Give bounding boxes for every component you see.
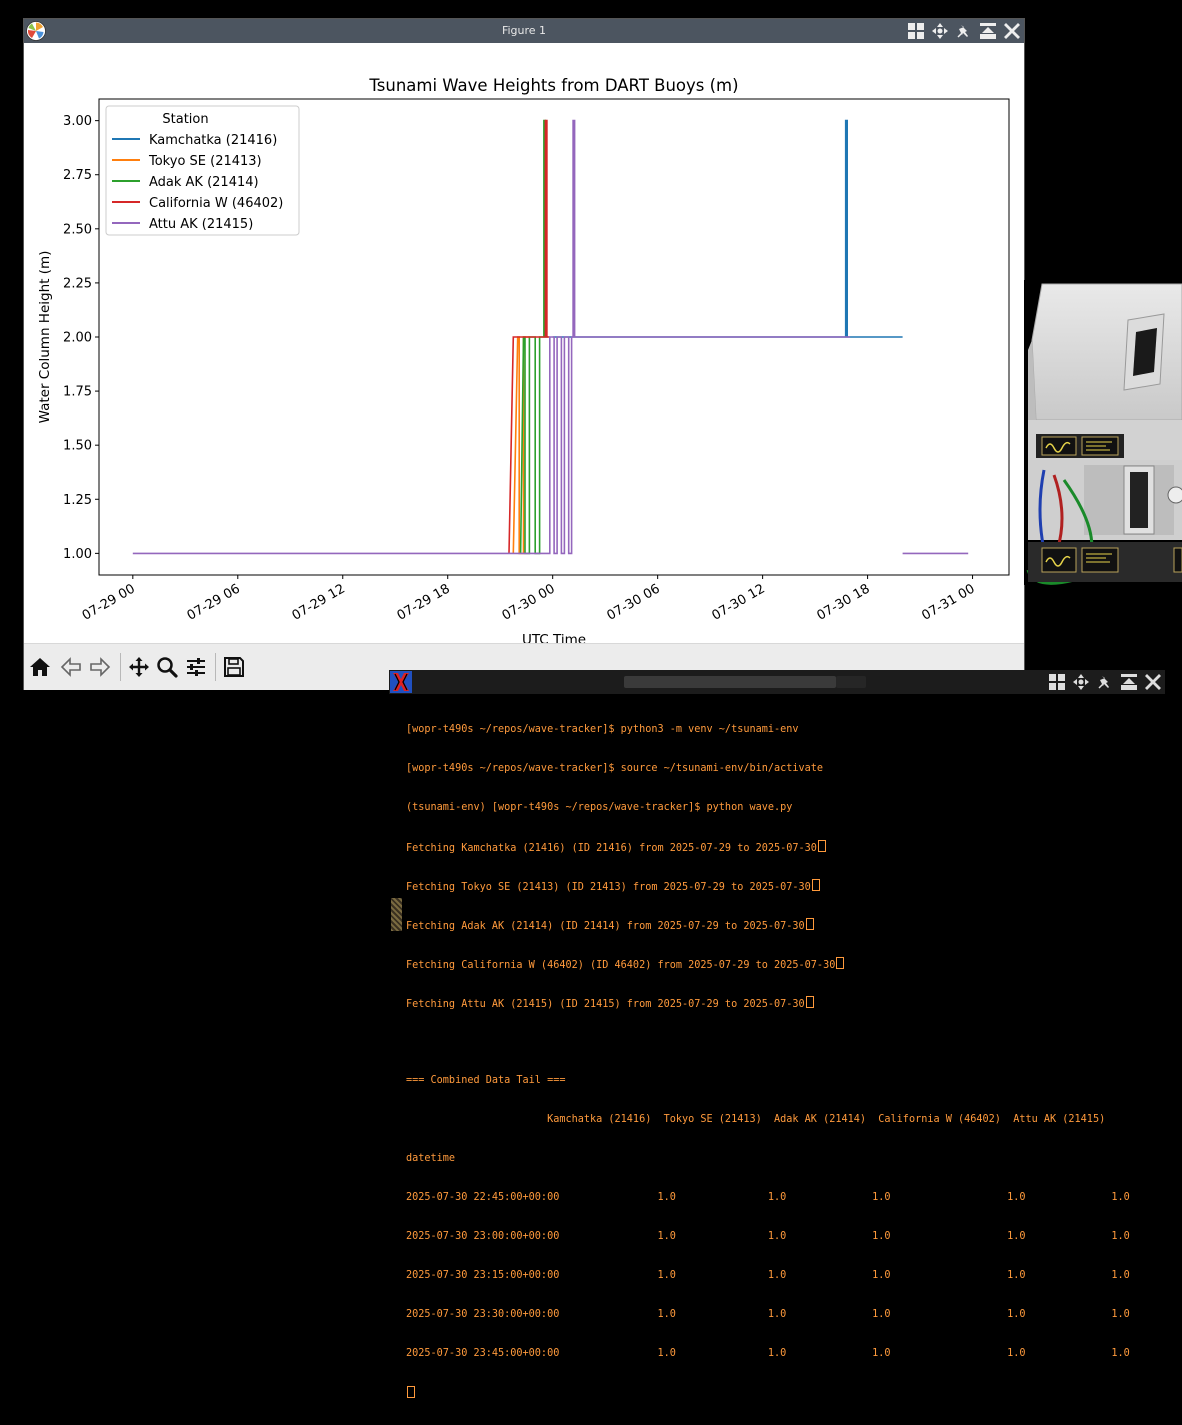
cursor-marker xyxy=(811,879,820,891)
x-tick-label: 07-30 18 xyxy=(814,581,872,623)
y-axis-label: Water Column Height (m) xyxy=(37,251,53,424)
terminal-line: datetime xyxy=(406,1153,456,1164)
move-window-icon[interactable] xyxy=(930,21,950,41)
cursor-marker xyxy=(817,840,826,852)
pin-icon[interactable] xyxy=(1095,672,1115,692)
terminal-window[interactable]: [wopr-t490s ~/repos/wave-tracker]$ pytho… xyxy=(389,670,1165,1398)
terminal-line: 2025-07-30 23:45:00+00:00 1.0 1.0 1.0 1.… xyxy=(406,1348,1130,1359)
terminal-line: Fetching Kamchatka (21416) (ID 21416) fr… xyxy=(406,843,817,854)
home-icon[interactable] xyxy=(28,655,52,679)
terminal-line: === Combined Data Tail === xyxy=(406,1075,566,1086)
terminal-line: Kamchatka (21416) Tokyo SE (21413) Adak … xyxy=(406,1114,1106,1125)
tile-icon[interactable] xyxy=(906,21,926,41)
legend-entry-2: Adak AK (21414) xyxy=(149,175,259,190)
y-tick-label: 2.00 xyxy=(63,331,92,346)
pin-icon[interactable] xyxy=(954,21,974,41)
terminal-title-redacted xyxy=(836,676,866,688)
forward-arrow-icon[interactable] xyxy=(88,655,112,679)
x-tick-label: 07-29 06 xyxy=(185,581,243,623)
x-tick-label: 07-30 12 xyxy=(709,581,767,623)
terminal-line: 2025-07-30 23:15:00+00:00 1.0 1.0 1.0 1.… xyxy=(406,1270,1130,1281)
xterm-icon xyxy=(390,671,412,693)
chart: 1.00 1.25 1.50 1.75 2.00 2.25 2.50 2.75 3.00 07-2… xyxy=(37,76,1010,648)
terminal-cursor[interactable] xyxy=(407,1386,415,1398)
maximize-icon[interactable] xyxy=(978,21,998,41)
y-tick-label: 1.00 xyxy=(63,547,92,562)
terminal-output[interactable]: [wopr-t490s ~/repos/wave-tracker]$ pytho… xyxy=(406,697,1161,1398)
save-icon[interactable] xyxy=(222,655,246,679)
terminal-line: 2025-07-30 22:45:00+00:00 1.0 1.0 1.0 1.… xyxy=(406,1192,1130,1203)
zoom-icon[interactable] xyxy=(155,655,179,679)
y-tick-label: 2.25 xyxy=(63,276,92,291)
terminal-line: 2025-07-30 23:00:00+00:00 1.0 1.0 1.0 1.… xyxy=(406,1231,1130,1242)
chart-title: Tsunami Wave Heights from DART Buoys (m) xyxy=(368,76,738,95)
cursor-marker xyxy=(805,918,814,930)
cursor-marker xyxy=(805,996,814,1008)
legend-entry-0: Kamchatka (21416) xyxy=(149,133,277,148)
move-window-icon[interactable] xyxy=(1071,672,1091,692)
x-axis-label: UTC Time xyxy=(522,632,586,643)
x-tick-label: 07-30 00 xyxy=(500,581,558,623)
terminal-line: Fetching Adak AK (21414) (ID 21414) from… xyxy=(406,921,805,932)
maximize-icon[interactable] xyxy=(1119,672,1139,692)
terminal-line: Fetching Attu AK (21415) (ID 21415) from… xyxy=(406,999,805,1010)
y-tick-label: 2.50 xyxy=(63,222,92,237)
y-tick-label: 2.75 xyxy=(63,168,92,183)
terminal-titlebar[interactable] xyxy=(389,670,1165,694)
legend-entry-4: Attu AK (21415) xyxy=(149,217,253,232)
y-tick-label: 1.50 xyxy=(63,439,92,454)
terminal-line: Fetching Tokyo SE (21413) (ID 21413) fro… xyxy=(406,882,811,893)
toolbar-separator xyxy=(215,653,216,681)
figure-titlebar[interactable]: Figure 1 xyxy=(24,19,1024,43)
close-icon[interactable] xyxy=(1002,21,1022,41)
terminal-line: [wopr-t490s ~/repos/wave-tracker]$ pytho… xyxy=(406,724,799,735)
y-tick-label: 1.75 xyxy=(63,385,92,400)
x-tick-label: 07-30 06 xyxy=(605,581,663,623)
x-tick-label: 07-29 00 xyxy=(80,581,138,623)
y-tick-label: 3.00 xyxy=(63,114,92,129)
terminal-title-redacted xyxy=(624,676,836,688)
tile-icon[interactable] xyxy=(1047,672,1067,692)
terminal-line: Fetching California W (46402) (ID 46402)… xyxy=(406,960,836,971)
close-icon[interactable] xyxy=(1143,672,1163,692)
back-arrow-icon[interactable] xyxy=(59,655,83,679)
legend-entry-3: California W (46402) xyxy=(149,196,283,211)
terminal-scrollbar[interactable] xyxy=(391,898,402,931)
x-tick-label: 07-29 18 xyxy=(395,581,453,623)
terminal-line: (tsunami-env) [wopr-t490s ~/repos/wave-t… xyxy=(406,802,793,813)
legend-title: Station xyxy=(162,112,208,127)
x-tick-label: 07-29 12 xyxy=(290,581,348,623)
toolbar-separator xyxy=(120,653,121,681)
terminal-line: [wopr-t490s ~/repos/wave-tracker]$ sourc… xyxy=(406,763,824,774)
scene-view-window[interactable] xyxy=(1024,280,1182,585)
control-box-3d-model xyxy=(1026,283,1182,585)
configure-subplots-icon[interactable] xyxy=(184,655,208,679)
figure-window-title: Figure 1 xyxy=(501,24,547,37)
x-tick-label: 07-31 00 xyxy=(919,581,977,623)
terminal-line: 2025-07-30 23:30:00+00:00 1.0 1.0 1.0 1.… xyxy=(406,1309,1130,1320)
pan-icon[interactable] xyxy=(127,655,151,679)
figure-window: Figure 1 1.00 1.25 1.50 1.75 2.00 2.25 2.50 2.7… xyxy=(24,19,1024,690)
legend-entry-1: Tokyo SE (21413) xyxy=(148,154,262,169)
y-tick-label: 1.25 xyxy=(63,493,92,508)
plot-canvas[interactable]: 1.00 1.25 1.50 1.75 2.00 2.25 2.50 2.75 3.00 07-2… xyxy=(24,43,1024,648)
